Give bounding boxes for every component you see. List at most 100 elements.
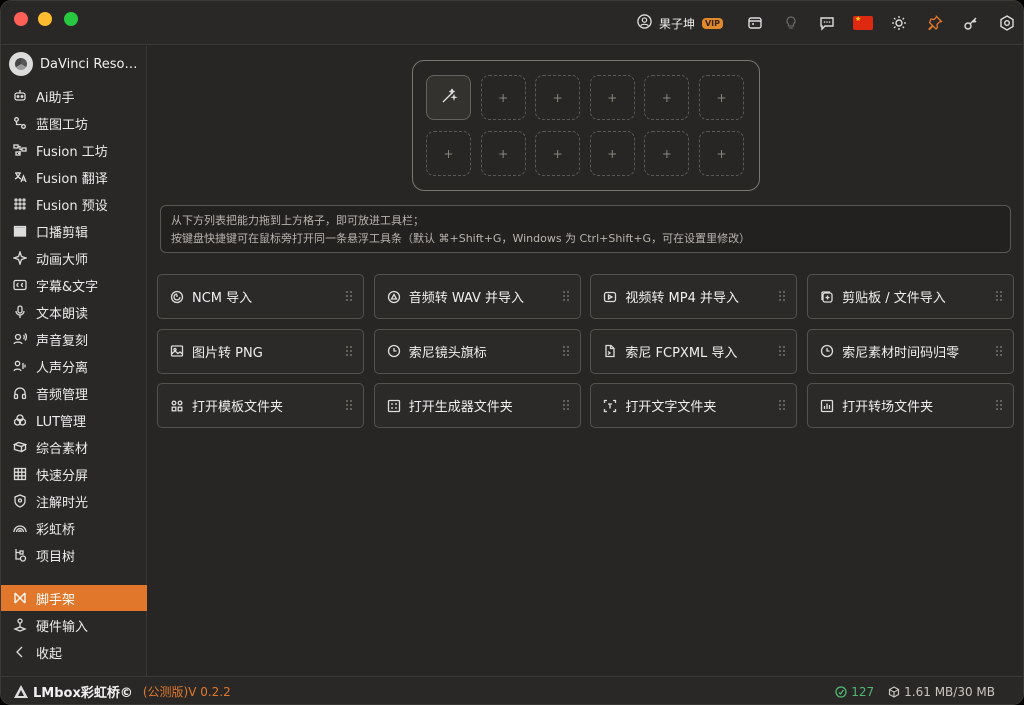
sidebar-item[interactable]: 音频管理 [1,380,147,406]
tool-card[interactable]: 索尼 FCPXML 导入 [590,328,798,374]
app-selector[interactable]: DaVinci Resolve [1,46,146,82]
joystick-icon [12,617,28,633]
tool-card[interactable]: 索尼镜头旗标 [373,328,581,374]
sidebar-item[interactable]: 注解时光 [1,488,147,514]
nodes-icon [12,142,28,158]
toolbar-slot-empty[interactable]: + [535,75,581,120]
video-convert-icon [603,290,617,304]
toolbar-slot-empty[interactable]: + [589,75,635,120]
tool-card[interactable]: 图片转 PNG [157,328,364,374]
usage-count-value: 127 [851,684,875,699]
toolbar-slot-empty[interactable]: + [535,131,581,176]
tool-card[interactable]: 打开文字文件夹 [590,383,798,428]
toolbar-slot-empty[interactable]: + [699,75,744,120]
headphones-icon [12,385,28,401]
close-window-button[interactable] [14,12,28,26]
sidebar-item[interactable]: Ai助手 [1,83,147,109]
toolbar-slot-empty[interactable]: + [644,131,690,176]
tool-card[interactable]: 音频转 WAV 并导入 [373,274,581,319]
sidebar-item[interactable]: 快速分屏 [1,461,147,487]
sidebar-item-label: 口播剪辑 [36,225,89,241]
drag-handle-icon[interactable] [345,290,353,302]
document-icon [603,344,617,358]
scaffold-icon [12,590,28,606]
tool-card-label: 剪贴板 / 文件导入 [842,291,946,306]
drag-handle-icon[interactable] [562,345,570,357]
lut-icon [12,412,28,428]
drag-handle-icon[interactable] [778,345,786,357]
drag-handle-icon[interactable] [562,290,570,302]
plus-icon: + [498,90,509,105]
robot-icon [12,88,28,104]
toolbar-slot-empty[interactable]: + [480,131,526,176]
toolbar-slot-empty[interactable]: + [699,131,744,176]
blueprint-icon [12,115,28,131]
plus-icon: + [607,146,618,161]
tool-card[interactable]: 索尼素材时间码归零 [807,328,1015,374]
tool-card[interactable]: 打开生成器文件夹 [373,383,581,428]
sidebar-item-label: 蓝图工坊 [36,117,89,133]
store-icon[interactable] [737,1,773,45]
sidebar-item[interactable]: 口播剪辑 [1,218,147,244]
drag-handle-icon[interactable] [995,290,1003,302]
tool-card[interactable]: NCM 导入 [157,274,364,319]
status-bar: LMbox彩虹桥© (公测版)V 0.2.2 127 1.61 MB/30 MB [1,676,1023,704]
drag-handle-icon[interactable] [995,399,1003,411]
template-icon [170,399,184,413]
sidebar-item[interactable]: 综合素材 [1,434,147,460]
sidebar-item[interactable]: 蓝图工坊 [1,110,147,136]
generator-icon [387,399,401,413]
sidebar-item[interactable]: 字幕&文字 [1,272,147,298]
translate-icon [12,169,28,185]
drag-handle-icon[interactable] [995,345,1003,357]
sidebar-item[interactable]: Fusion 翻译 [1,164,147,190]
tool-card[interactable]: 打开模板文件夹 [157,383,364,428]
drag-handle-icon[interactable] [345,399,353,411]
tool-card-label: 音频转 WAV 并导入 [408,291,525,306]
split-screen-icon [12,466,28,482]
plus-icon: + [552,146,563,161]
sidebar-item[interactable]: 彩虹桥 [1,515,147,541]
lightbulb-icon[interactable] [773,1,809,45]
drag-handle-icon[interactable] [778,399,786,411]
sidebar-item[interactable]: 声音复刻 [1,326,147,352]
message-icon[interactable] [809,1,845,45]
box-icon [889,685,900,698]
sidebar-item[interactable]: 脚手架 [1,585,147,611]
tool-card[interactable]: 打开转场文件夹 [807,383,1015,428]
sidebar-item[interactable]: 收起 [1,639,147,665]
settings-icon[interactable] [989,1,1023,45]
toolbar-slot-empty[interactable]: + [480,75,526,120]
toolbar-slot-empty[interactable]: + [589,131,635,176]
sun-icon[interactable] [881,1,917,45]
drag-handle-icon[interactable] [562,399,570,411]
language-button[interactable] [845,1,881,45]
sidebar-item-label: 声音复刻 [36,333,89,349]
maximize-window-button[interactable] [64,12,78,26]
sidebar-item[interactable]: 硬件输入 [1,612,147,638]
sidebar-item[interactable]: Fusion 预设 [1,191,147,217]
sidebar-item-label: Fusion 翻译 [36,171,108,187]
toolbar-slot-empty[interactable]: + [426,131,471,176]
sidebar-item[interactable]: Fusion 工坊 [1,137,147,163]
microphone-icon [12,304,28,320]
sidebar-item[interactable]: 人声分离 [1,353,147,379]
pin-icon[interactable] [917,1,953,45]
sidebar-item[interactable]: 项目树 [1,542,147,568]
lmbox-logo-icon [14,684,28,698]
sidebar-item[interactable]: 文本朗读 [1,299,147,325]
drag-handle-icon[interactable] [345,345,353,357]
drag-handle-icon[interactable] [778,290,786,302]
toolbar-slot-filled[interactable] [426,75,471,120]
image-icon [170,344,184,358]
sidebar-item[interactable]: LUT管理 [1,407,147,433]
toolbar-slot-empty[interactable]: + [644,75,690,120]
tool-card[interactable]: 剪贴板 / 文件导入 [807,274,1015,319]
user-name: 果子坤 [658,16,695,31]
user-account[interactable]: 果子坤 VIP [637,13,723,33]
sidebar-item[interactable]: 动画大师 [1,245,147,271]
tool-card[interactable]: 视频转 MP4 并导入 [590,274,798,319]
key-icon[interactable] [953,1,989,45]
minimize-window-button[interactable] [38,12,52,26]
memory-usage: 1.61 MB/30 MB [888,685,995,699]
